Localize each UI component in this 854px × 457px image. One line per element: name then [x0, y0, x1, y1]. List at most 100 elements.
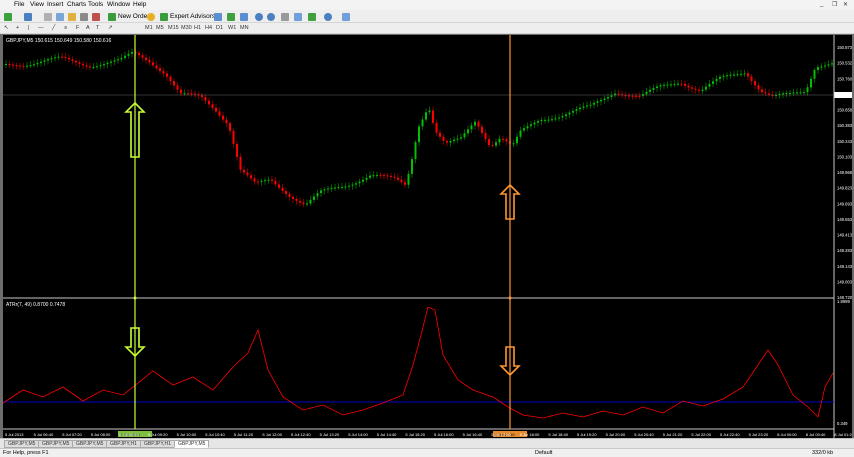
profiles-button[interactable] — [24, 12, 32, 21]
menu-insert[interactable]: Insert — [47, 1, 63, 8]
status-help: For Help, press F1 — [3, 450, 49, 456]
candlestick-button[interactable] — [227, 12, 235, 21]
menu-window[interactable]: Window — [107, 1, 130, 8]
templates-button[interactable] — [342, 12, 350, 21]
candle-body — [120, 57, 123, 60]
time-label: 5 Jul 12:00 — [262, 432, 282, 437]
timeframe-m1[interactable]: M1 — [145, 25, 153, 31]
candle-body — [215, 107, 217, 112]
candle-body — [421, 119, 424, 127]
zoom-in-button[interactable] — [255, 12, 263, 21]
chart-tab-5[interactable]: GBPJPY,H1 — [140, 440, 175, 448]
new-order-button[interactable]: New Order — [108, 12, 149, 21]
restore-icon[interactable]: ❐ — [832, 1, 837, 8]
menu-file[interactable]: File — [14, 1, 24, 8]
candle-body — [229, 123, 231, 131]
candle-body — [449, 140, 452, 143]
new-chart-button[interactable] — [4, 12, 12, 21]
candle-body — [365, 177, 368, 180]
menu-view[interactable]: View — [30, 1, 44, 8]
meta-editor-button[interactable] — [147, 12, 155, 21]
chart-tab-4[interactable]: GBPJPY,H1 — [106, 440, 141, 448]
candle-body — [194, 93, 196, 95]
timeframe-m30[interactable]: M30 — [181, 25, 192, 31]
chart-tab-3[interactable]: GBPJPY,M5 — [72, 440, 108, 448]
terminal-button[interactable] — [80, 12, 88, 21]
candle-body — [719, 76, 721, 79]
price-label: 150.383 — [837, 123, 852, 128]
candle-body — [498, 138, 501, 143]
candlestick-icon — [227, 12, 235, 21]
price-chart-window[interactable]: 5 Jul 08:50 5 Jul 17:10 GBPJPY,M5 150.615… — [3, 35, 852, 438]
line-chart-button[interactable] — [240, 12, 248, 21]
candle-body — [666, 84, 669, 86]
right-crosshair-line-dot — [508, 296, 512, 300]
fibonacci-icon[interactable]: F — [76, 25, 79, 31]
candle-body — [698, 89, 700, 91]
chart-tab-6[interactable]: GBPJPY,M5 — [174, 440, 210, 448]
candle-body — [85, 65, 88, 67]
horizontal-line-icon[interactable]: — — [38, 25, 44, 31]
candle-body — [40, 61, 42, 64]
zoom-out-button[interactable] — [267, 12, 275, 21]
timeframe-w1[interactable]: W1 — [228, 25, 236, 31]
candle-body — [316, 193, 319, 197]
new-chart-icon — [4, 12, 12, 21]
candle-body — [628, 95, 630, 97]
market-watch-button[interactable] — [44, 12, 52, 21]
candle-body — [764, 92, 767, 94]
arrows-tool-icon[interactable]: ↗ — [108, 25, 113, 31]
strategy-tester-button[interactable] — [92, 12, 100, 21]
chart-tab-2[interactable]: GBPJPY,M5 — [38, 440, 74, 448]
trendline-icon[interactable]: ╱ — [52, 25, 55, 31]
menu-bar: File View Insert Charts Tools Window Hel… — [0, 0, 854, 10]
timeframe-d1[interactable]: D1 — [216, 25, 223, 31]
timeframe-m15[interactable]: M15 — [168, 25, 179, 31]
menu-tools[interactable]: Tools — [88, 1, 103, 8]
tile-windows-button[interactable] — [281, 12, 289, 21]
candle-body — [425, 112, 427, 120]
candle-body — [110, 61, 112, 63]
chart-tab-1[interactable]: GBPJPY,M5 — [4, 440, 40, 448]
minimize-icon[interactable]: _ — [820, 1, 823, 7]
time-label: 5 Jul 23:20 — [749, 432, 769, 437]
candle-body — [446, 140, 448, 143]
channel-icon[interactable]: ≡ — [64, 25, 67, 31]
menu-help[interactable]: Help — [133, 1, 146, 8]
time-label: 5 Jul 12:40 — [291, 432, 311, 437]
data-window-button[interactable] — [56, 12, 64, 21]
menu-charts[interactable]: Charts — [67, 1, 86, 8]
time-label: 5 Jul 15:20 — [405, 432, 425, 437]
candle-body — [715, 78, 718, 82]
price-label: 150.103 — [837, 154, 852, 159]
cursor-tool-icon[interactable]: ↖ — [4, 25, 9, 31]
bar-chart-button[interactable] — [214, 12, 222, 21]
candle-body — [145, 57, 147, 61]
timeframe-h1[interactable]: H1 — [194, 25, 201, 31]
close-icon[interactable]: ✕ — [843, 1, 848, 8]
auto-scroll-button[interactable] — [294, 12, 302, 21]
candle-body — [456, 138, 459, 140]
navigator-button[interactable] — [68, 12, 76, 21]
candle-body — [379, 175, 382, 177]
periods-button[interactable] — [324, 12, 332, 21]
expert-advisors-button[interactable]: Expert Advisors — [160, 12, 215, 21]
candle-body — [673, 84, 676, 86]
candle-body — [124, 55, 126, 58]
timeframe-h4[interactable]: H4 — [205, 25, 212, 31]
text-tool-icon[interactable]: A — [86, 25, 90, 31]
label-tool-icon[interactable]: T — [96, 25, 99, 31]
timeframe-mn[interactable]: MN — [240, 25, 249, 31]
candle-body — [722, 75, 725, 77]
crosshair-tool-icon[interactable]: + — [16, 25, 19, 31]
candle-body — [400, 179, 403, 183]
candle-body — [26, 65, 28, 67]
indicators-button[interactable] — [308, 12, 316, 21]
timeframe-m5[interactable]: M5 — [156, 25, 164, 31]
candle-body — [813, 70, 816, 79]
candle-body — [285, 191, 287, 195]
vertical-line-icon[interactable]: | — [28, 25, 29, 31]
candle-body — [351, 184, 354, 186]
candle-body — [313, 196, 315, 200]
time-label: 5 Jul 22:00 — [691, 432, 711, 437]
